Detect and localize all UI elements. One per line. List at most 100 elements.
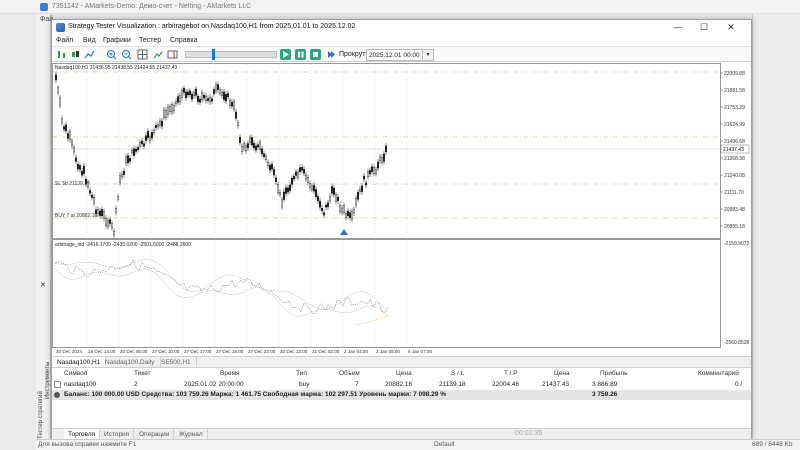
table-row[interactable]: nasdaq100 2 2025.01.02 20:00:00 buy 7 20… [52,380,751,390]
candle-body [286,187,289,193]
sl-line-label: SL 5b 21139.18 [55,181,90,187]
candle-body [210,98,213,102]
candle-body [71,140,74,146]
col-price2[interactable]: Цена [554,370,570,377]
candle-body [150,132,153,139]
stop-icon[interactable] [310,49,321,60]
price-axis-label: 21111.70 [724,190,744,196]
line-chart-icon[interactable] [84,49,95,60]
autoscroll-icon[interactable] [152,49,163,60]
col-symbol[interactable]: Символ [64,370,87,377]
candle-body [148,136,151,142]
candle-body [115,208,118,213]
candlesticks-icon[interactable] [70,49,81,60]
col-comment[interactable]: Комментарий [698,370,739,377]
col-profit[interactable]: Прибыль [600,370,628,377]
candle-body [377,161,380,169]
candle-body [58,97,61,106]
price-axis-label: 21753.29 [724,105,745,111]
candle-body [274,177,277,182]
candle-body [327,202,330,207]
candle-body [111,223,114,229]
candle-body [280,199,283,208]
candle-body [292,176,295,180]
calendar-dropdown-icon[interactable]: ▾ [423,49,434,61]
candle-body [347,210,350,216]
close-button[interactable]: ✕ [718,20,744,35]
candle-body [365,182,368,186]
candle-body [353,209,356,214]
candle-body [220,91,223,96]
candle-body [256,144,259,148]
col-volume[interactable]: Объем [339,370,360,377]
speed-slider-thumb[interactable] [212,49,215,60]
balance-row: Баланс: 100 000.00 USD Средства: 103 759… [52,390,751,400]
cell-volume: 7 [355,381,359,388]
candle-body [341,207,344,213]
menu-view[interactable]: Вид [83,37,96,44]
price-axis-label: 20855.18 [724,224,745,230]
time-axis-label: 2 Jan 04:00 [344,349,368,354]
price-chart[interactable]: 22009.88 21881.58 21753.29 21624.99 21496.68… [52,63,751,356]
cell-symbol: nasdaq100 [64,381,97,388]
taskbar-clock: 00:02:35 [515,430,543,437]
chart-shift-icon[interactable] [167,49,178,60]
candle-body [311,185,314,190]
candle-body [144,135,147,141]
menu-tester[interactable]: Тестер [139,37,161,44]
candle-body [244,145,247,152]
candle-body [192,92,195,96]
candle-body [132,148,135,156]
col-type[interactable]: Тип [296,370,307,377]
chart-bars-icon[interactable] [56,49,67,60]
candle-body [288,184,291,191]
zoom-in-icon[interactable] [106,49,117,60]
candle-body [168,106,171,112]
candle-body [198,98,201,103]
maximize-button[interactable]: ☐ [691,20,717,35]
candle-body [264,155,267,160]
menu-help[interactable]: Справка [170,37,197,44]
col-tp[interactable]: T / P [504,370,518,377]
status-help-text: Для вызова справки нажмите F1 [38,441,137,448]
candle-body [116,196,119,200]
speed-slider[interactable] [185,51,277,58]
cell-sl[interactable]: 21139.18 [439,381,466,388]
candle-body [355,198,358,206]
zoom-out-icon[interactable] [121,49,132,60]
cell-profit: 3 886.89 [592,381,618,388]
candle-body [126,155,129,164]
candle-body [85,179,88,185]
close-icon[interactable]: ✕ [40,281,46,289]
candle-body [276,184,279,193]
app-logo-icon [40,3,48,11]
grid-icon[interactable] [137,49,148,60]
candle-body [138,142,141,147]
col-price[interactable]: Цена [396,370,412,377]
candle-body [284,187,287,194]
cell-price2: 21437.43 [542,381,570,388]
candle-body [335,194,338,202]
cell-tp[interactable]: 22004.46 [492,381,519,388]
candle-body [246,143,249,149]
menu-charts[interactable]: Графики [103,37,131,44]
minimize-button[interactable]: — [665,20,691,35]
col-sl[interactable]: S / L [451,370,464,377]
candle-body [325,205,328,208]
price-axis-label: 22009.88 [724,71,745,77]
skip-to-icon[interactable] [326,49,337,60]
candle-body [278,192,281,195]
col-time[interactable]: Время [220,370,240,377]
pause-icon[interactable] [295,49,306,60]
candle-body [294,171,297,176]
candle-body [304,174,307,180]
scroll-to-date-input[interactable]: 2025.12.01 00:00 [366,49,423,61]
play-icon[interactable] [280,49,291,60]
col-ticket[interactable]: Тикет [134,370,151,377]
candle-body [200,92,203,101]
price-chart-svg[interactable]: 22009.88 21881.58 21753.29 21624.99 21496.68… [52,63,751,356]
candle-body [302,169,305,174]
candle-body [134,148,137,152]
menu-file[interactable]: Файл [56,37,73,44]
strategy-tester-vertical-label[interactable]: Тестер стратегий [38,391,44,439]
